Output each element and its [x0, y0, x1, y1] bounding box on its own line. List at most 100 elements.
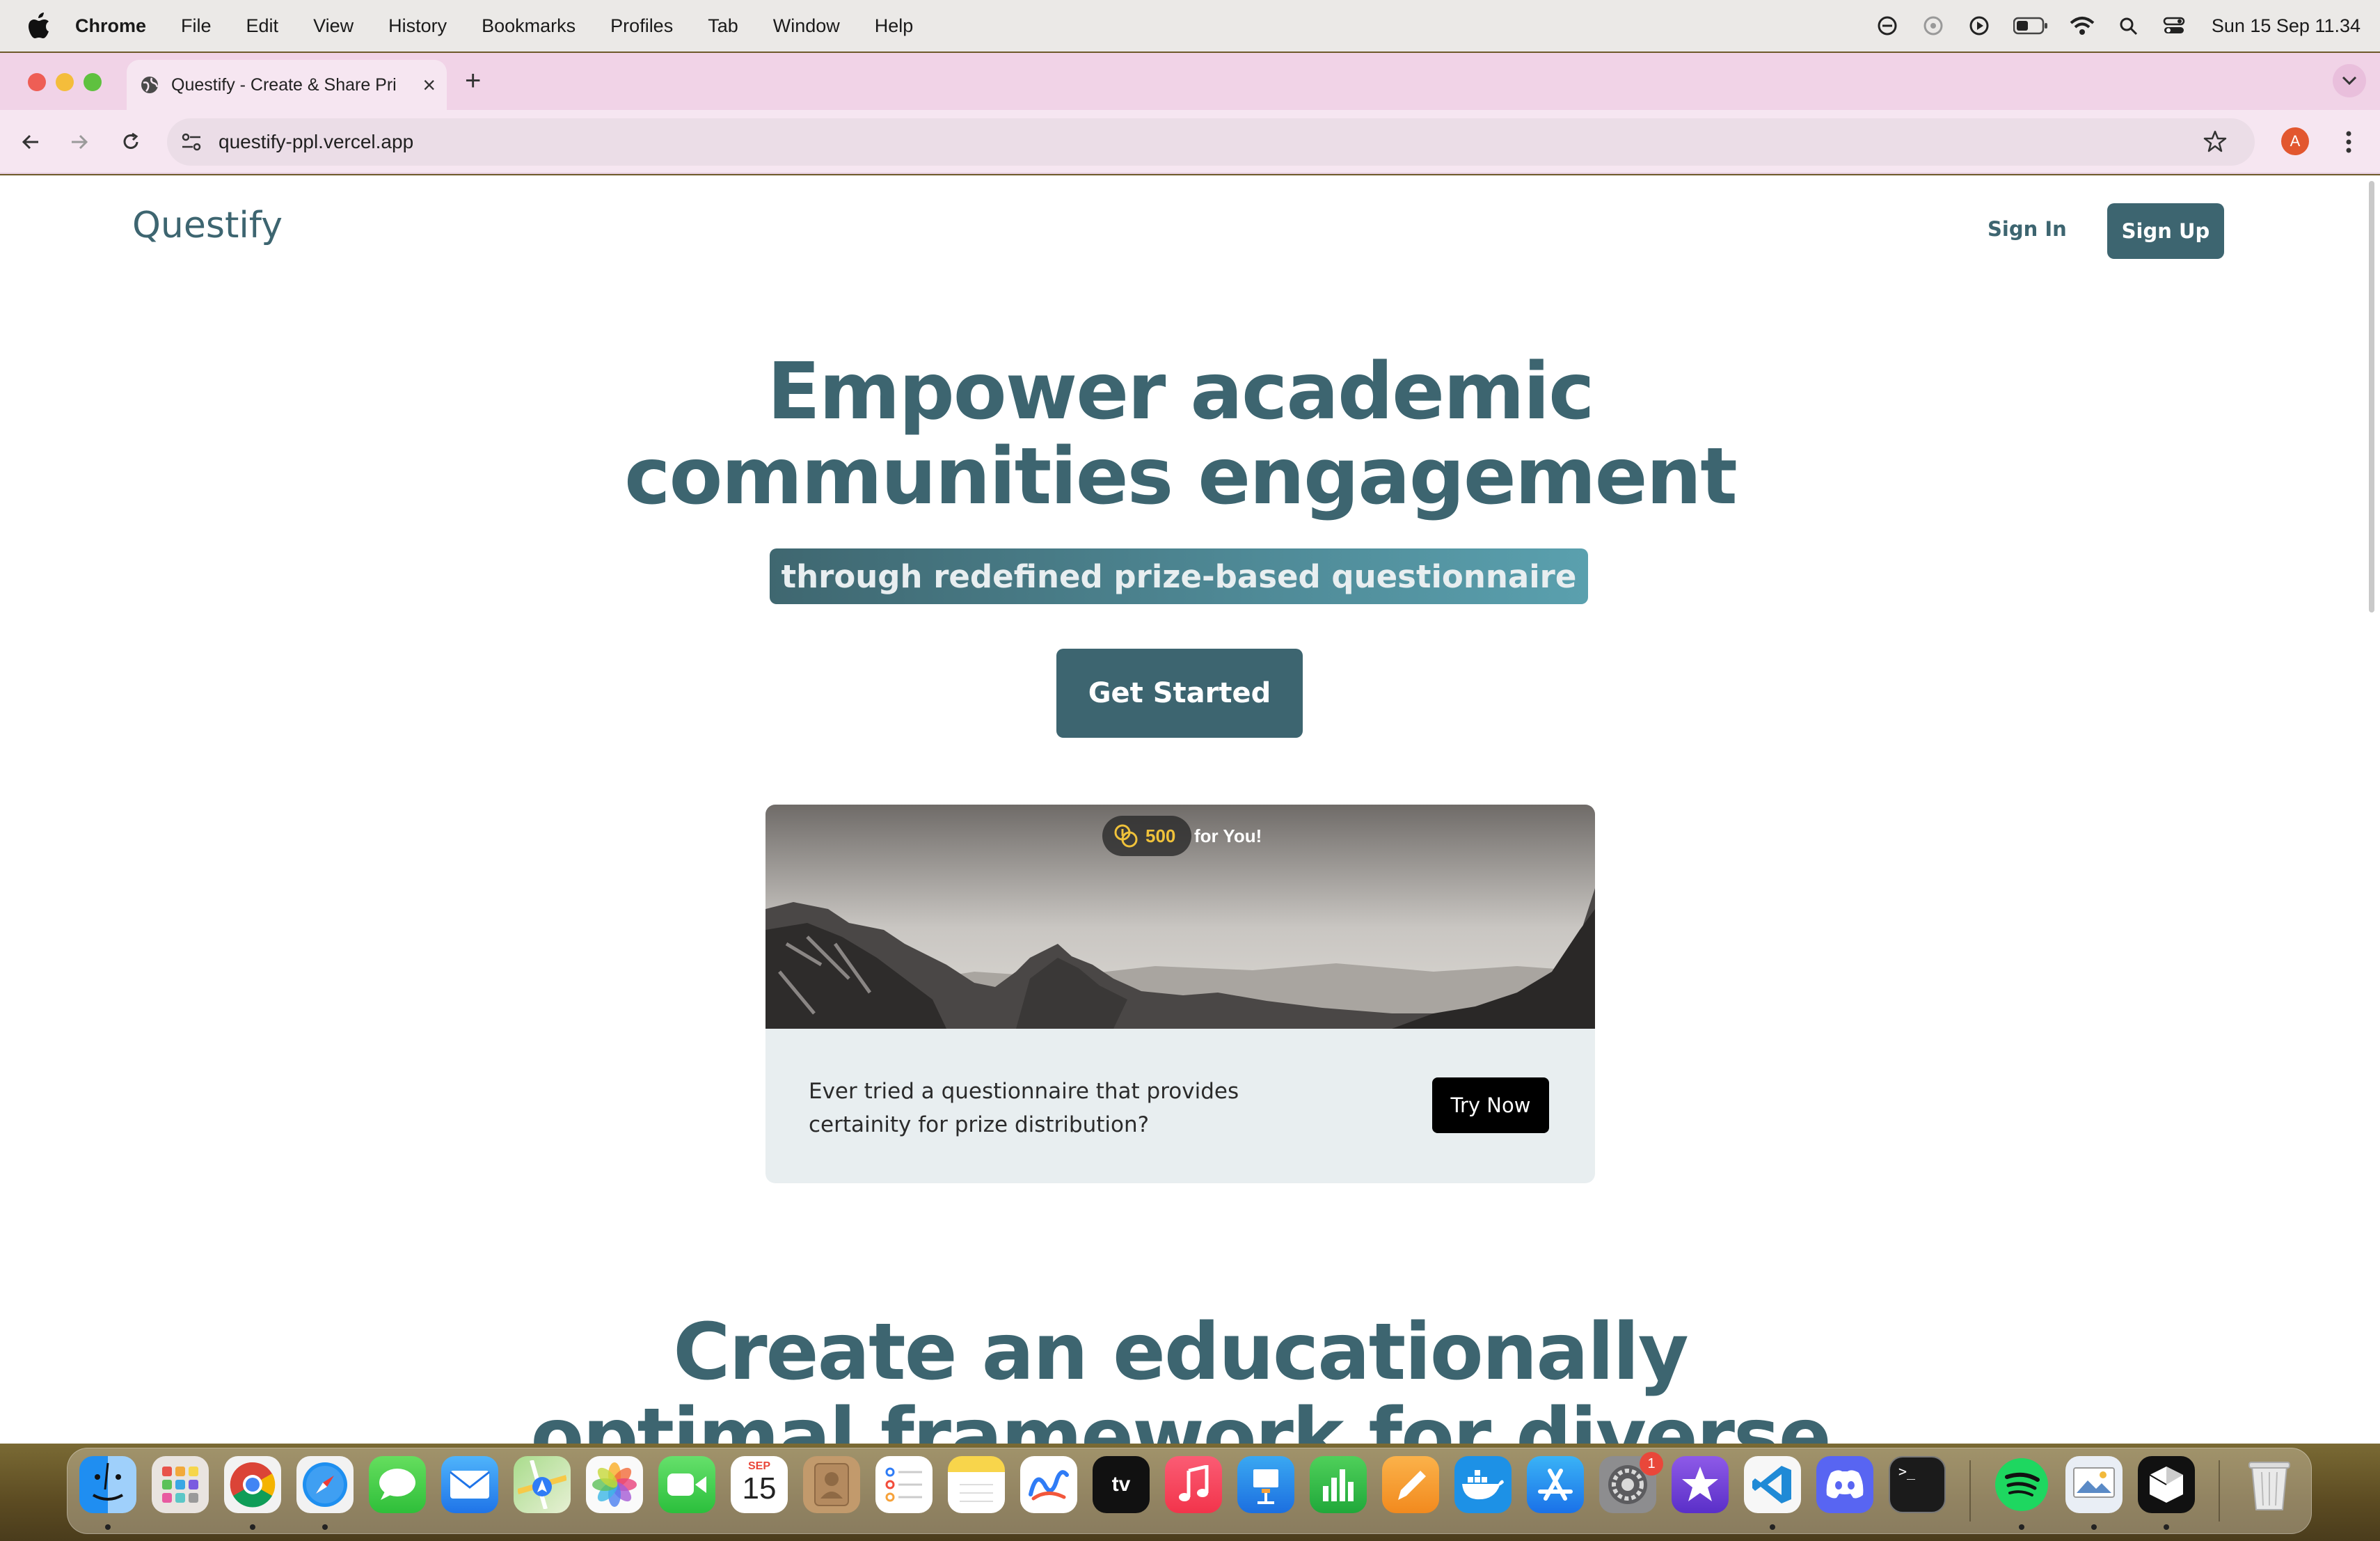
profile-avatar[interactable]: A — [2281, 127, 2309, 155]
now-playing-icon[interactable] — [1967, 13, 1992, 38]
notes-icon[interactable] — [948, 1456, 1005, 1513]
reload-icon — [123, 132, 138, 149]
numbers-icon[interactable] — [1310, 1456, 1367, 1513]
facetime-icon[interactable] — [658, 1456, 715, 1513]
promo-text: Ever tried a questionnaire that provides… — [809, 1079, 1239, 1137]
url-text[interactable]: questify-ppl.vercel.app — [219, 131, 413, 153]
launchpad-icon[interactable] — [152, 1456, 209, 1513]
running-indicator — [1770, 1524, 1775, 1530]
menu-bookmarks[interactable]: Bookmarks — [482, 15, 576, 37]
address-bar[interactable]: questify-ppl.vercel.app — [167, 118, 2255, 166]
calendar-icon[interactable]: SEP 15 — [731, 1456, 788, 1513]
maps-icon[interactable] — [514, 1456, 571, 1513]
prize-amount: 500 — [1145, 825, 1176, 846]
menu-history[interactable]: History — [388, 15, 447, 37]
coins-icon — [1114, 824, 1138, 848]
hero-subtitle: through redefined prize-based questionna… — [770, 548, 1588, 604]
running-indicator — [2019, 1524, 2024, 1530]
tab-close-icon[interactable]: × — [422, 72, 436, 97]
browser-menu-icon[interactable] — [2338, 125, 2359, 159]
app-store-icon[interactable] — [1527, 1456, 1584, 1513]
menu-edit[interactable]: Edit — [246, 15, 279, 37]
promo-card: 500 for You! Ever tried a questionnaire … — [765, 805, 1595, 1183]
menu-help[interactable]: Help — [875, 15, 914, 37]
photos-icon[interactable] — [586, 1456, 643, 1513]
window-minimize-button[interactable] — [56, 73, 74, 91]
hero-title-line-1: Empower academic — [767, 347, 1594, 437]
running-indicator — [105, 1524, 111, 1530]
music-icon[interactable] — [1165, 1456, 1222, 1513]
battery-icon[interactable] — [2013, 13, 2049, 38]
arrow-right-icon — [72, 134, 88, 150]
new-tab-icon[interactable]: + — [465, 65, 481, 96]
control-center-icon[interactable] — [2161, 13, 2187, 38]
finder-icon[interactable] — [79, 1456, 136, 1513]
window-zoom-button[interactable] — [84, 73, 102, 91]
calendar-day: 15 — [742, 1471, 777, 1506]
menu-profiles[interactable]: Profiles — [610, 15, 673, 37]
menu-clock[interactable]: Sun 15 Sep 11.34 — [2212, 15, 2361, 37]
preview-icon[interactable] — [2065, 1456, 2123, 1513]
page-scrollbar[interactable] — [2369, 181, 2374, 613]
bookmark-star-icon[interactable] — [2203, 129, 2227, 153]
window-close-button[interactable] — [28, 73, 46, 91]
dock-separator — [1969, 1460, 1971, 1522]
status-area: Sun 15 Sep 11.34 — [1854, 0, 2361, 52]
imovie-icon[interactable] — [1672, 1456, 1729, 1513]
menu-app-name[interactable]: Chrome — [75, 15, 146, 37]
pages-icon[interactable] — [1382, 1456, 1439, 1513]
menu-tab[interactable]: Tab — [708, 15, 738, 37]
web-page: Questify Sign In Sign Up Empower academi… — [0, 175, 2380, 1444]
spotlight-search-icon[interactable] — [2116, 13, 2141, 38]
apple-menu-icon[interactable] — [28, 13, 50, 39]
active-tab[interactable]: Questify - Create & Share Pri × — [127, 60, 447, 110]
reload-button[interactable] — [114, 125, 148, 159]
chevron-down-icon — [2342, 76, 2357, 86]
focus-icon[interactable] — [1875, 13, 1900, 38]
menu-file[interactable]: File — [181, 15, 212, 37]
sign-in-link[interactable]: Sign In — [1988, 217, 2067, 241]
sign-up-button[interactable]: Sign Up — [2107, 203, 2224, 259]
site-info-icon[interactable] — [181, 132, 202, 152]
discord-icon[interactable] — [1816, 1456, 1873, 1513]
tab-search-button[interactable] — [2333, 64, 2366, 97]
running-indicator — [322, 1524, 328, 1530]
spotify-icon[interactable] — [1993, 1456, 2050, 1513]
running-indicator — [2091, 1524, 2097, 1530]
apple-tv-icon[interactable]: tv — [1093, 1456, 1150, 1513]
chrome-icon[interactable] — [224, 1456, 281, 1513]
apple-tv-label: tv — [1111, 1473, 1131, 1496]
freeform-icon[interactable] — [1020, 1456, 1077, 1513]
hero-title-line-2: communities engagement — [624, 432, 1738, 522]
dock-separator — [2219, 1460, 2220, 1522]
keynote-icon[interactable] — [1237, 1456, 1294, 1513]
try-now-button[interactable]: Try Now — [1432, 1077, 1549, 1133]
menu-view[interactable]: View — [313, 15, 354, 37]
forward-button[interactable] — [63, 125, 96, 159]
site-logo[interactable]: Questify — [132, 205, 283, 246]
contacts-icon[interactable] — [803, 1456, 860, 1513]
mail-icon[interactable] — [441, 1456, 498, 1513]
get-started-button[interactable]: Get Started — [1056, 649, 1303, 738]
menu-window[interactable]: Window — [773, 15, 840, 37]
arrow-left-icon — [22, 134, 38, 150]
docker-icon[interactable] — [1454, 1456, 1512, 1513]
vscode-icon[interactable] — [1744, 1456, 1801, 1513]
browser-tab-strip: Questify - Create & Share Pri × + — [0, 53, 2380, 110]
section-title: Create an educationally optimal framewor… — [0, 1310, 2361, 1444]
back-button[interactable] — [14, 125, 47, 159]
screen-record-icon[interactable] — [1921, 13, 1946, 38]
app-menu: Chrome File Edit View History Bookmarks … — [75, 0, 948, 52]
trash-icon[interactable] — [2241, 1456, 2298, 1513]
safari-icon[interactable] — [296, 1456, 354, 1513]
macos-menu-bar: Chrome File Edit View History Bookmarks … — [0, 0, 2380, 52]
terminal-prompt: >_ — [1898, 1463, 1916, 1480]
prize-label: for You! — [1194, 825, 1262, 846]
browser-toolbar: questify-ppl.vercel.app A — [0, 110, 2380, 174]
lookaway-icon[interactable] — [2138, 1456, 2195, 1513]
terminal-icon[interactable]: >_ — [1889, 1456, 1946, 1513]
running-indicator — [2164, 1524, 2169, 1530]
reminders-icon[interactable] — [875, 1456, 933, 1513]
messages-icon[interactable] — [369, 1456, 426, 1513]
wifi-icon[interactable] — [2070, 13, 2095, 38]
